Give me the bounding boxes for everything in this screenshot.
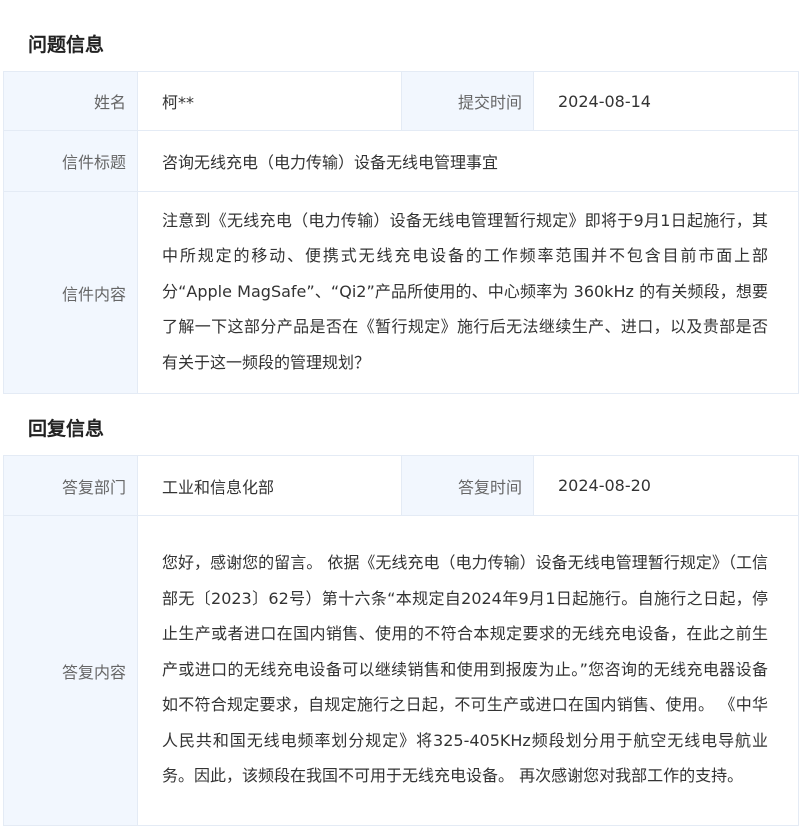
- reply-section-title: 回复信息: [28, 418, 105, 440]
- submit-time-value: 2024-08-14: [533, 71, 799, 131]
- dept-value: 工业和信息化部: [137, 455, 402, 516]
- content-value: 注意到《无线充电（电力传输）设备无线电管理暂行规定》即将于9月1日起施行，其中所…: [137, 191, 799, 394]
- reply-row-content: 答复内容 您好，感谢您的留言。 依据《无线充电（电力传输）设备无线电管理暂行规定…: [3, 515, 799, 826]
- submit-time-label: 提交时间: [401, 71, 534, 131]
- reply-time-label: 答复时间: [401, 455, 534, 516]
- dept-label: 答复部门: [3, 455, 138, 516]
- question-row-subject: 信件标题 咨询无线充电（电力传输）设备无线电管理事宜: [3, 130, 799, 192]
- reply-info-table: 答复部门 工业和信息化部 答复时间 2024-08-20 答复内容 您好，感谢您…: [3, 455, 799, 826]
- reply-content-label: 答复内容: [3, 515, 138, 826]
- reply-content-value: 您好，感谢您的留言。 依据《无线充电（电力传输）设备无线电管理暂行规定》（工信部…: [137, 515, 799, 826]
- question-section-title: 问题信息: [28, 34, 105, 56]
- reply-time-value: 2024-08-20: [533, 455, 799, 516]
- reply-row-dept: 答复部门 工业和信息化部 答复时间 2024-08-20: [3, 455, 799, 516]
- question-row-name: 姓名 柯** 提交时间 2024-08-14: [3, 71, 799, 131]
- question-info-table: 姓名 柯** 提交时间 2024-08-14 信件标题 咨询无线充电（电力传输）…: [3, 71, 799, 394]
- name-value: 柯**: [137, 71, 402, 131]
- content-label: 信件内容: [3, 191, 138, 394]
- question-row-content: 信件内容 注意到《无线充电（电力传输）设备无线电管理暂行规定》即将于9月1日起施…: [3, 191, 799, 394]
- name-label: 姓名: [3, 71, 138, 131]
- subject-value: 咨询无线充电（电力传输）设备无线电管理事宜: [137, 130, 799, 192]
- subject-label: 信件标题: [3, 130, 138, 192]
